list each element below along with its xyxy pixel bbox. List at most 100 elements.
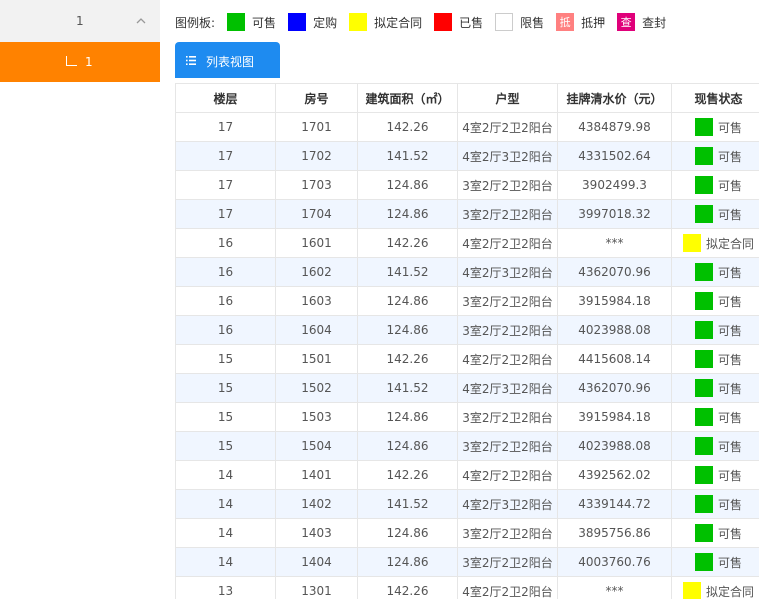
status-swatch <box>694 263 713 281</box>
status-cell: 可售 <box>671 489 759 519</box>
status-cell: 可售 <box>671 402 759 432</box>
tab-label: 列表视图 <box>206 55 255 69</box>
price-cell: 4415608.14 <box>557 344 672 374</box>
layout-cell: 4室2厅2卫2阳台 <box>457 576 558 599</box>
floor-cell: 17 <box>175 112 276 142</box>
status-swatch <box>694 176 713 194</box>
price-cell: 3902499.3 <box>557 170 672 200</box>
room-cell: 1301 <box>275 576 358 599</box>
layout-cell: 3室2厅2卫2阳台 <box>457 315 558 345</box>
table-row[interactable]: 16 1602 141.52 4室2厅3卫2阳台 4362070.96 可售 <box>175 257 759 287</box>
status-swatch <box>694 205 713 223</box>
seal-icon: 查 <box>617 13 636 31</box>
status-swatch <box>694 553 713 571</box>
layout-cell: 3室2厅2卫2阳台 <box>457 402 558 432</box>
floor-cell: 14 <box>175 547 276 577</box>
status-swatch <box>694 321 713 339</box>
room-cell: 1602 <box>275 257 358 287</box>
area-cell: 142.26 <box>357 228 458 258</box>
status-badge: 可售 <box>673 466 759 484</box>
column-header[interactable]: 户型 <box>457 83 558 113</box>
price-cell: 3997018.32 <box>557 199 672 229</box>
column-header[interactable]: 挂牌清水价（元） <box>557 83 672 113</box>
floor-cell: 14 <box>175 489 276 519</box>
area-cell: 141.52 <box>357 141 458 171</box>
column-header[interactable]: 房号 <box>275 83 358 113</box>
status-badge: 可售 <box>673 292 759 310</box>
table-row[interactable]: 14 1402 141.52 4室2厅3卫2阳台 4339144.72 可售 <box>175 489 759 519</box>
status-swatch <box>694 495 713 513</box>
room-cell: 1603 <box>275 286 358 316</box>
status-cell: 拟定合同 <box>671 576 759 599</box>
table-row[interactable]: 14 1401 142.26 4室2厅2卫2阳台 4392562.02 可售 <box>175 460 759 490</box>
table-row[interactable]: 15 1504 124.86 3室2厅2卫2阳台 4023988.08 可售 <box>175 431 759 461</box>
area-cell: 142.26 <box>357 112 458 142</box>
table-row[interactable]: 17 1703 124.86 3室2厅2卫2阳台 3902499.3 可售 <box>175 170 759 200</box>
table-row[interactable]: 17 1702 141.52 4室2厅3卫2阳台 4331502.64 可售 <box>175 141 759 171</box>
status-label: 可售 <box>717 323 742 338</box>
floor-cell: 15 <box>175 373 276 403</box>
room-cell: 1503 <box>275 402 358 432</box>
floor-cell: 14 <box>175 460 276 490</box>
table-row[interactable]: 13 1301 142.26 4室2厅2卫2阳台 *** 拟定合同 <box>175 576 759 599</box>
legend-title: 图例板: <box>175 15 216 30</box>
status-badge: 可售 <box>673 205 759 223</box>
status-badge: 拟定合同 <box>673 582 759 599</box>
table-row[interactable]: 17 1701 142.26 4室2厅2卫2阳台 4384879.98 可售 <box>175 112 759 142</box>
status-cell: 可售 <box>671 141 759 171</box>
floor-cell: 17 <box>175 170 276 200</box>
status-cell: 可售 <box>671 112 759 142</box>
price-cell: *** <box>557 576 672 599</box>
table-row[interactable]: 15 1503 124.86 3室2厅2卫2阳台 3915984.18 可售 <box>175 402 759 432</box>
status-cell: 可售 <box>671 460 759 490</box>
price-cell: 3895756.86 <box>557 518 672 548</box>
area-cell: 142.26 <box>357 576 458 599</box>
area-cell: 141.52 <box>357 257 458 287</box>
status-swatch <box>694 466 713 484</box>
legend-item-restricted: 限售 <box>495 13 544 31</box>
room-cell: 1601 <box>275 228 358 258</box>
area-cell: 142.26 <box>357 460 458 490</box>
chevron-up-icon[interactable] <box>136 16 146 26</box>
table-row[interactable]: 17 1704 124.86 3室2厅2卫2阳台 3997018.32 可售 <box>175 199 759 229</box>
table-row[interactable]: 14 1404 124.86 3室2厅2卫2阳台 4003760.76 可售 <box>175 547 759 577</box>
sidebar-building-header[interactable]: 1 <box>0 0 160 42</box>
table-row[interactable]: 16 1604 124.86 3室2厅2卫2阳台 4023988.08 可售 <box>175 315 759 345</box>
status-label: 可售 <box>717 294 742 309</box>
column-header[interactable]: 建筑面积（㎡） <box>357 83 458 113</box>
legend-label: 限售 <box>520 15 545 30</box>
price-cell: 3915984.18 <box>557 402 672 432</box>
room-cell: 1604 <box>275 315 358 345</box>
table-row[interactable]: 15 1502 141.52 4室2厅3卫2阳台 4362070.96 可售 <box>175 373 759 403</box>
price-cell: 4003760.76 <box>557 547 672 577</box>
area-cell: 124.86 <box>357 518 458 548</box>
floor-cell: 15 <box>175 431 276 461</box>
room-cell: 1704 <box>275 199 358 229</box>
area-cell: 124.86 <box>357 402 458 432</box>
column-header[interactable]: 现售状态 <box>671 83 759 113</box>
tab-list-view[interactable]: 列表视图 <box>175 42 280 78</box>
legend-label: 抵押 <box>581 15 606 30</box>
room-cell: 1703 <box>275 170 358 200</box>
status-swatch <box>682 582 701 599</box>
status-label: 可售 <box>717 410 742 425</box>
sidebar-header-label: 1 <box>76 14 84 28</box>
status-label: 可售 <box>717 555 742 570</box>
table-row[interactable]: 16 1601 142.26 4室2厅2卫2阳台 *** 拟定合同 <box>175 228 759 258</box>
legend-label: 定购 <box>313 15 338 30</box>
room-cell: 1504 <box>275 431 358 461</box>
table-row[interactable]: 14 1403 124.86 3室2厅2卫2阳台 3895756.86 可售 <box>175 518 759 548</box>
sidebar-item-unit[interactable]: 1 <box>0 42 160 82</box>
status-badge: 可售 <box>673 524 759 542</box>
table-row[interactable]: 16 1603 124.86 3室2厅2卫2阳台 3915984.18 可售 <box>175 286 759 316</box>
table-row[interactable]: 15 1501 142.26 4室2厅2卫2阳台 4415608.14 可售 <box>175 344 759 374</box>
status-cell: 可售 <box>671 286 759 316</box>
column-header[interactable]: 楼层 <box>175 83 276 113</box>
price-cell: *** <box>557 228 672 258</box>
room-cell: 1502 <box>275 373 358 403</box>
area-cell: 141.52 <box>357 489 458 519</box>
layout-cell: 4室2厅3卫2阳台 <box>457 141 558 171</box>
status-label: 可售 <box>717 120 742 135</box>
status-swatch <box>694 118 713 136</box>
status-label: 可售 <box>717 468 742 483</box>
